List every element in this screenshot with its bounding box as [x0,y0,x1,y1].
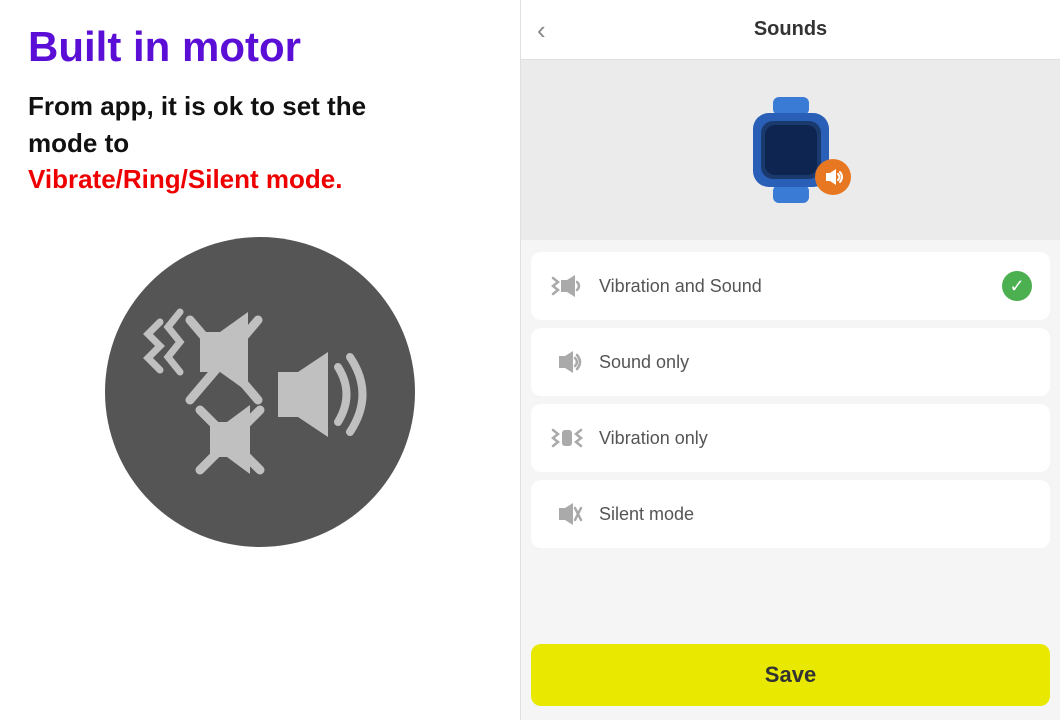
option-sound-only[interactable]: Sound only [531,328,1050,396]
sound-only-icon [549,344,585,380]
description-line1: From app, it is ok to set the [28,91,366,121]
sound-only-label: Sound only [599,352,1032,373]
options-list: Vibration and Sound ✓ Sound only [521,240,1060,636]
watch-preview [521,60,1060,240]
option-vibration-sound[interactable]: Vibration and Sound ✓ [531,252,1050,320]
vibration-only-icon [549,420,585,456]
silent-mode-icon [549,496,585,532]
description-line2: mode to [28,128,129,158]
left-panel: Built in motor From app, it is ok to set… [0,0,520,720]
highlight-text: Vibrate/Ring/Silent mode. [28,164,342,194]
vibration-sound-icon [549,268,585,304]
page-title: Built in motor [28,24,492,70]
save-button[interactable]: Save [531,644,1050,706]
option-vibration-only[interactable]: Vibration only [531,404,1050,472]
silent-mode-label: Silent mode [599,504,1032,525]
option-silent-mode[interactable]: Silent mode [531,480,1050,548]
motor-illustration [130,262,390,522]
vibration-sound-label: Vibration and Sound [599,276,1002,297]
motor-icon-circle [105,237,415,547]
header-title: Sounds [754,18,827,41]
sound-badge-icon [822,166,844,188]
vibration-only-label: Vibration only [599,428,1032,449]
description-text: From app, it is ok to set the mode to Vi… [28,88,492,197]
back-button[interactable]: ‹ [537,17,546,43]
right-panel: ‹ Sounds [520,0,1060,720]
sounds-header: ‹ Sounds [521,0,1060,60]
sound-badge [815,159,851,195]
selected-check: ✓ [1002,271,1032,301]
watch-icon-wrap [741,95,841,205]
